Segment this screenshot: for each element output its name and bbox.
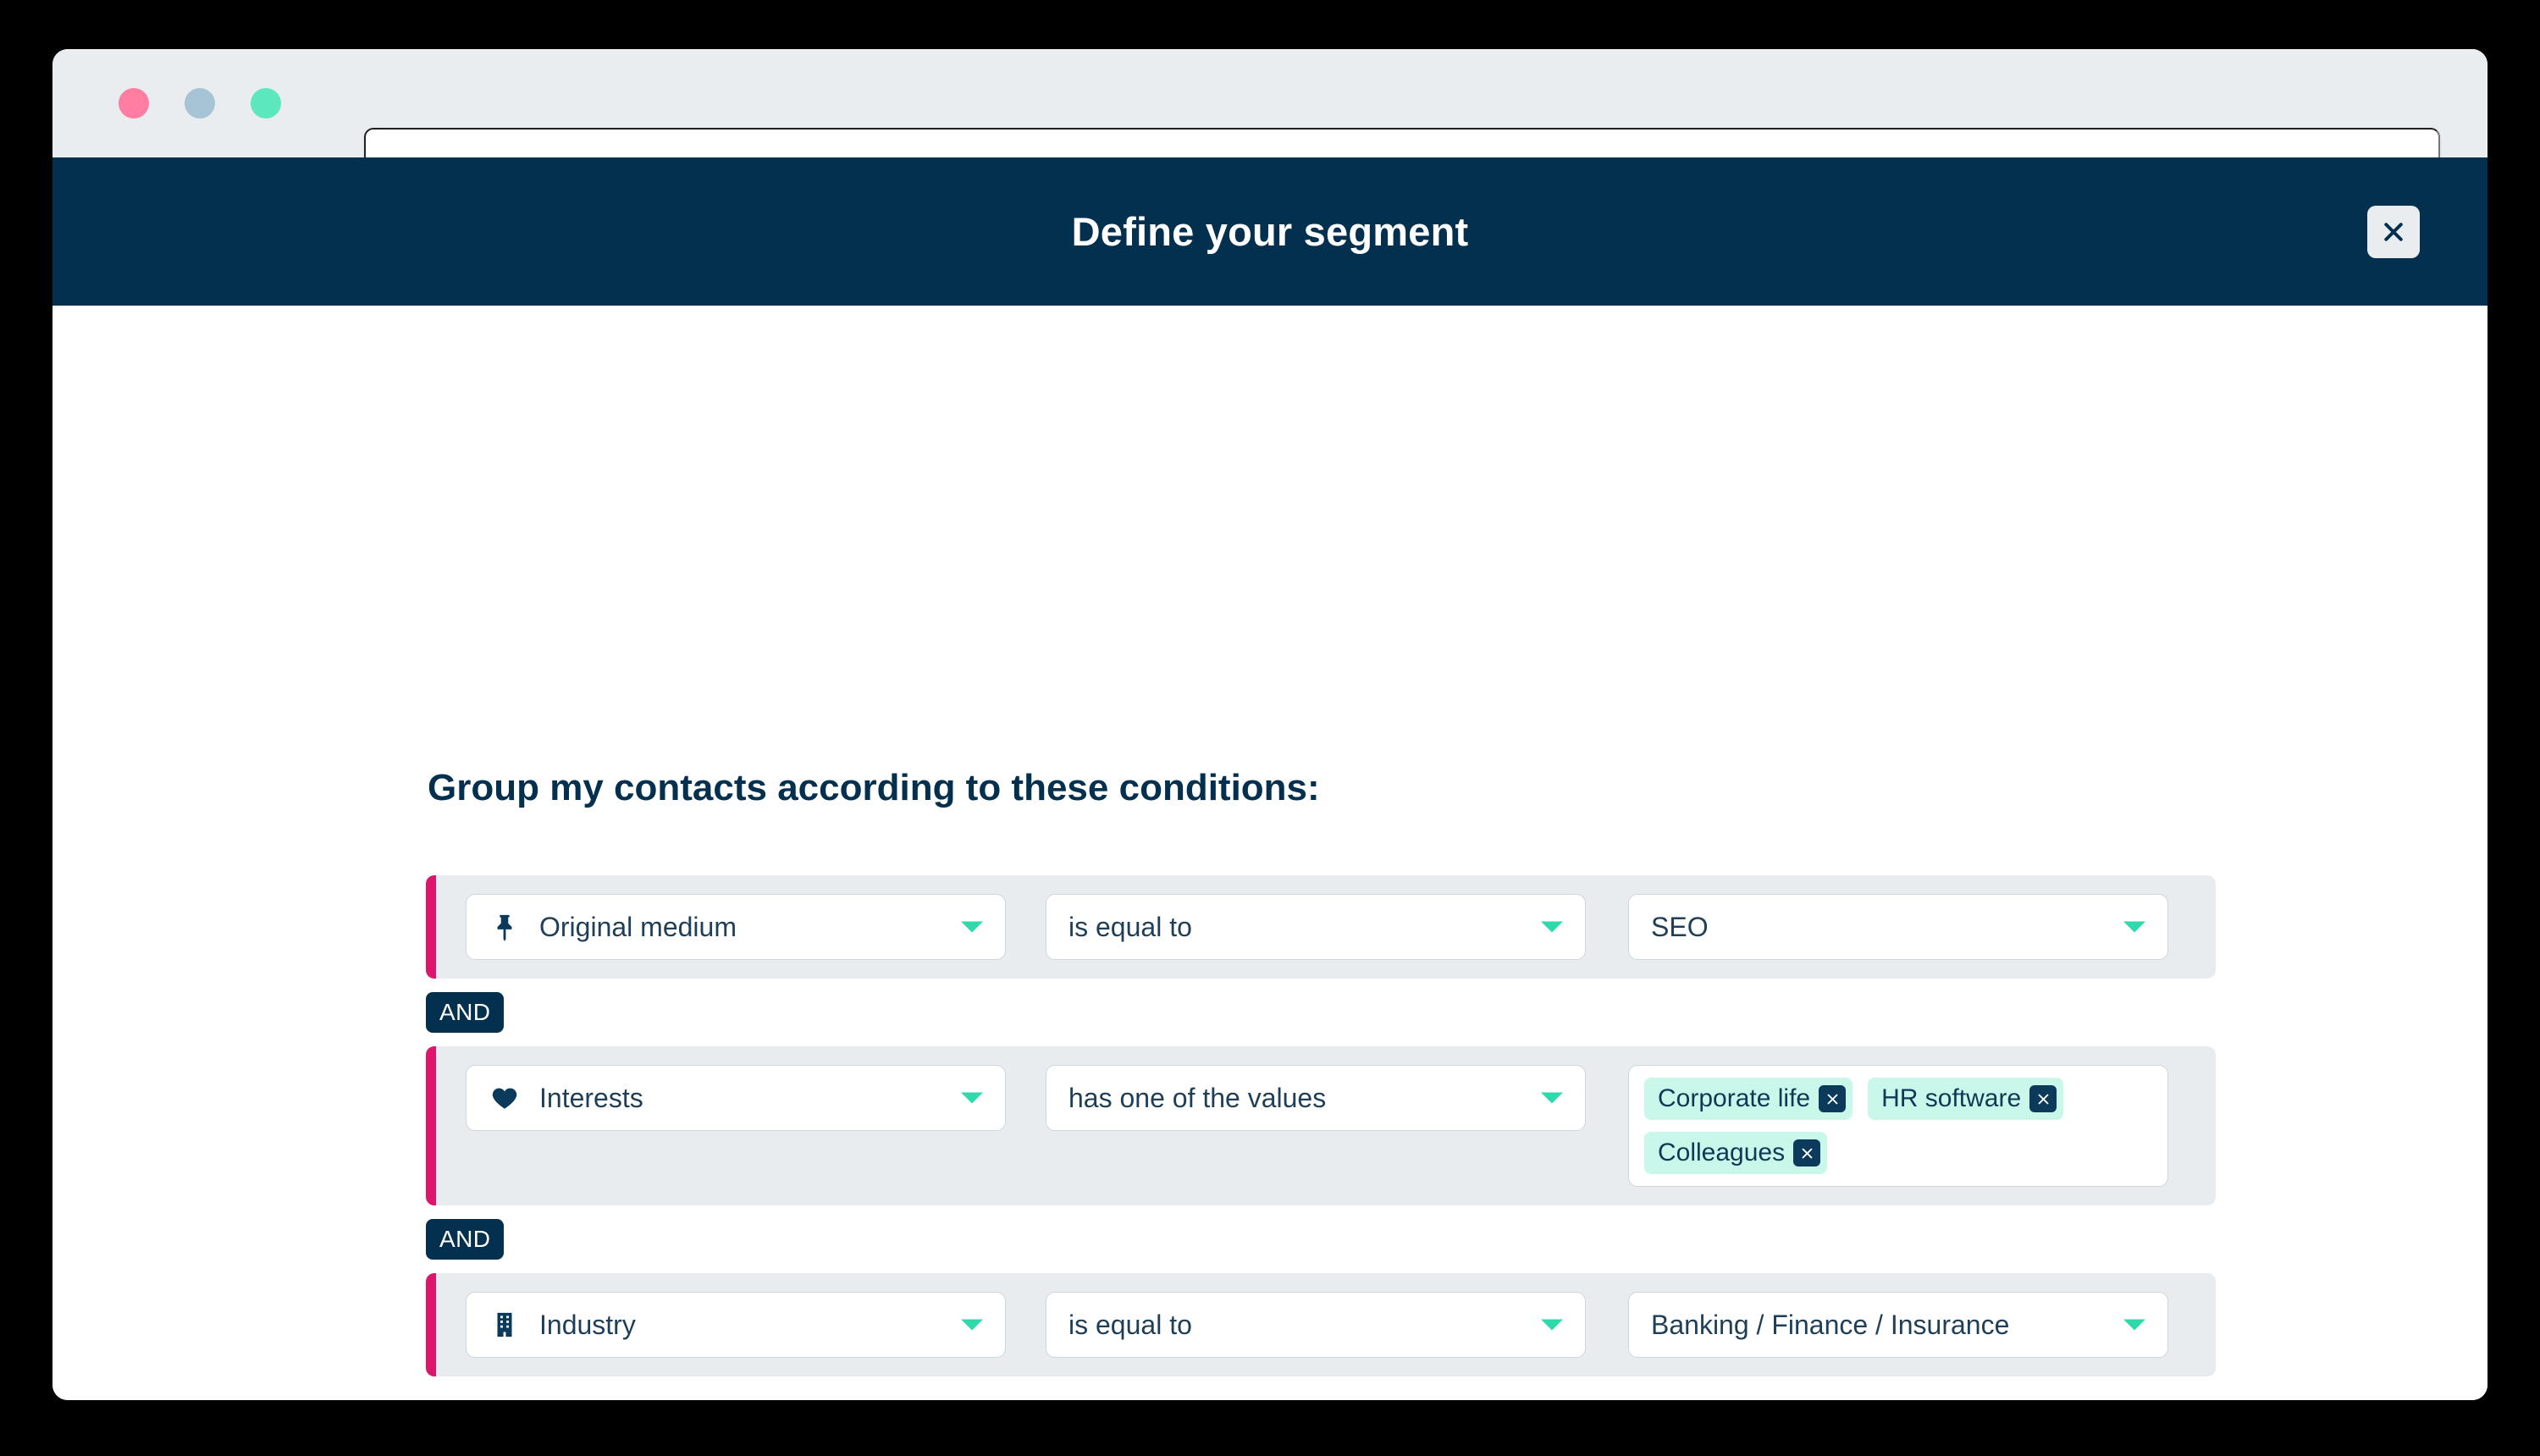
connector-wrap-1: AND [426,1205,2216,1273]
conditions-list: Original medium is equal to SEO AND Inte… [426,875,2216,1376]
tag-remove-button[interactable] [2029,1085,2057,1112]
value-label: SEO [1651,911,1709,942]
tag-chip[interactable]: Corporate life [1644,1078,1853,1120]
page-root: Define your segment Group my contacts ac… [0,0,2540,1456]
modal-header: Define your segment [52,157,2488,306]
heart-icon [489,1082,521,1114]
page-title: Define your segment [1071,209,1469,254]
tag-chip[interactable]: HR software [1868,1078,2064,1120]
field-select-2[interactable]: Industry [466,1292,1006,1358]
browser-chrome-bar [52,49,2488,190]
close-button[interactable] [2367,205,2420,258]
browser-window: Define your segment Group my contacts ac… [52,49,2488,1400]
condition-accent-bar [426,1273,436,1376]
condition-row: Interests has one of the values Corporat… [426,1046,2216,1205]
condition-row: Industry is equal to Banking / Finance /… [426,1273,2216,1376]
condition-accent-bar [426,875,436,979]
chevron-down-icon [2123,921,2145,933]
section-heading: Group my contacts according to these con… [428,767,1320,808]
tag-remove-button[interactable] [1793,1139,1821,1166]
window-maximize-dot[interactable] [251,88,281,119]
value-select-2[interactable]: Banking / Finance / Insurance [1628,1292,2168,1358]
chevron-down-icon [1541,1319,1563,1331]
window-close-dot[interactable] [119,88,149,119]
field-select-0[interactable]: Original medium [466,894,1006,960]
tag-label: HR software [1881,1084,2022,1112]
field-label: Interests [539,1082,643,1113]
operator-select-2[interactable]: is equal to [1046,1292,1586,1358]
operator-label: is equal to [1068,1309,1192,1340]
tag-label: Colleagues [1658,1139,1786,1166]
close-icon [2381,219,2406,245]
field-select-1[interactable]: Interests [466,1065,1006,1131]
building-icon [489,1309,521,1341]
connector-wrap-0: AND [426,979,2216,1046]
traffic-lights [119,88,281,119]
condition-row: Original medium is equal to SEO [426,875,2216,979]
window-minimize-dot[interactable] [185,88,215,119]
heading-wrap: Group my contacts according to these con… [428,767,2488,809]
close-icon [1800,1146,1814,1161]
value-label: Banking / Finance / Insurance [1651,1309,2010,1340]
value-select-0[interactable]: SEO [1628,894,2168,960]
chevron-down-icon [961,1319,983,1331]
tag-label: Corporate life [1658,1084,1811,1112]
tag-remove-button[interactable] [1819,1085,1847,1112]
chevron-down-icon [1541,921,1563,933]
chevron-down-icon [2123,1319,2145,1331]
chevron-down-icon [961,1092,983,1104]
operator-select-0[interactable]: is equal to [1046,894,1586,960]
value-tags-input-1[interactable]: Corporate life HR software Colleagues [1628,1065,2168,1187]
close-icon [2036,1092,2051,1106]
modal-body: Group my contacts according to these con… [52,306,2488,1400]
operator-label: has one of the values [1068,1082,1327,1113]
chevron-down-icon [1541,1092,1563,1104]
connector-and-badge[interactable]: AND [426,1219,505,1260]
field-label: Original medium [539,911,737,942]
field-label: Industry [539,1309,636,1340]
connector-and-badge[interactable]: AND [426,992,505,1033]
pin-icon [489,911,521,943]
operator-select-1[interactable]: has one of the values [1046,1065,1586,1131]
chevron-down-icon [961,921,983,933]
operator-label: is equal to [1068,911,1192,942]
condition-accent-bar [426,1046,436,1205]
close-icon [1825,1092,1840,1106]
tag-chip[interactable]: Colleagues [1644,1132,1828,1174]
